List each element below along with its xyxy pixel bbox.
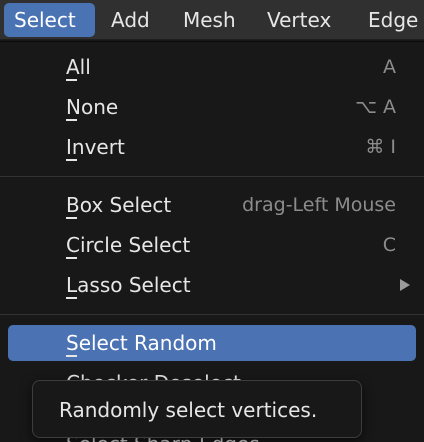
menu-item-all[interactable]: All A xyxy=(8,49,416,85)
tooltip: Randomly select vertices. xyxy=(32,380,362,438)
mnemonic-underline xyxy=(66,79,77,81)
menu-select[interactable]: Select xyxy=(4,3,95,37)
tooltip-text: Randomly select vertices. xyxy=(59,398,318,422)
menu-bar: Select Add Mesh Vertex Edge xyxy=(0,0,424,40)
mnemonic-underline xyxy=(66,159,77,161)
shortcut-label: A xyxy=(383,56,396,78)
shortcut-label: C xyxy=(382,234,396,256)
menu-separator xyxy=(0,314,424,315)
menu-item-box-select[interactable]: Box Select drag-Left Mouse xyxy=(8,187,416,223)
menu-vertex[interactable]: Vertex xyxy=(267,3,331,37)
blender-edit-mode-select-menu: Select Add Mesh Vertex Edge All A None ⌥… xyxy=(0,0,424,442)
shortcut-label: drag-Left Mouse xyxy=(242,194,396,216)
mnemonic-underline xyxy=(66,217,77,219)
shortcut-label: ⌘ I xyxy=(365,136,396,158)
mnemonic-underline xyxy=(66,119,77,121)
shortcut-label: ⌥ A xyxy=(355,96,396,118)
menu-item-label: Select Random xyxy=(66,331,217,357)
mnemonic-underline xyxy=(66,297,77,299)
menu-mesh[interactable]: Mesh xyxy=(183,3,236,37)
menu-item-label: Circle Select xyxy=(66,233,191,259)
menu-item-lasso-select[interactable]: Lasso Select xyxy=(8,267,416,303)
menu-separator xyxy=(0,176,424,177)
menu-item-invert[interactable]: Invert ⌘ I xyxy=(8,129,416,165)
menu-item-label: Lasso Select xyxy=(66,273,191,299)
menu-item-label: All xyxy=(66,55,91,81)
menu-item-select-random[interactable]: Select Random xyxy=(8,325,416,361)
mnemonic-underline xyxy=(66,257,77,259)
menu-add[interactable]: Add xyxy=(111,3,150,37)
menu-item-label: Invert xyxy=(66,135,125,161)
mnemonic-underline xyxy=(66,355,77,357)
menu-item-circle-select[interactable]: Circle Select C xyxy=(8,227,416,263)
menu-item-label: Box Select xyxy=(66,193,172,219)
menu-item-none[interactable]: None ⌥ A xyxy=(8,89,416,125)
menu-item-label: None xyxy=(66,95,119,121)
menu-edge[interactable]: Edge xyxy=(368,3,418,37)
submenu-arrow-icon xyxy=(400,279,410,291)
